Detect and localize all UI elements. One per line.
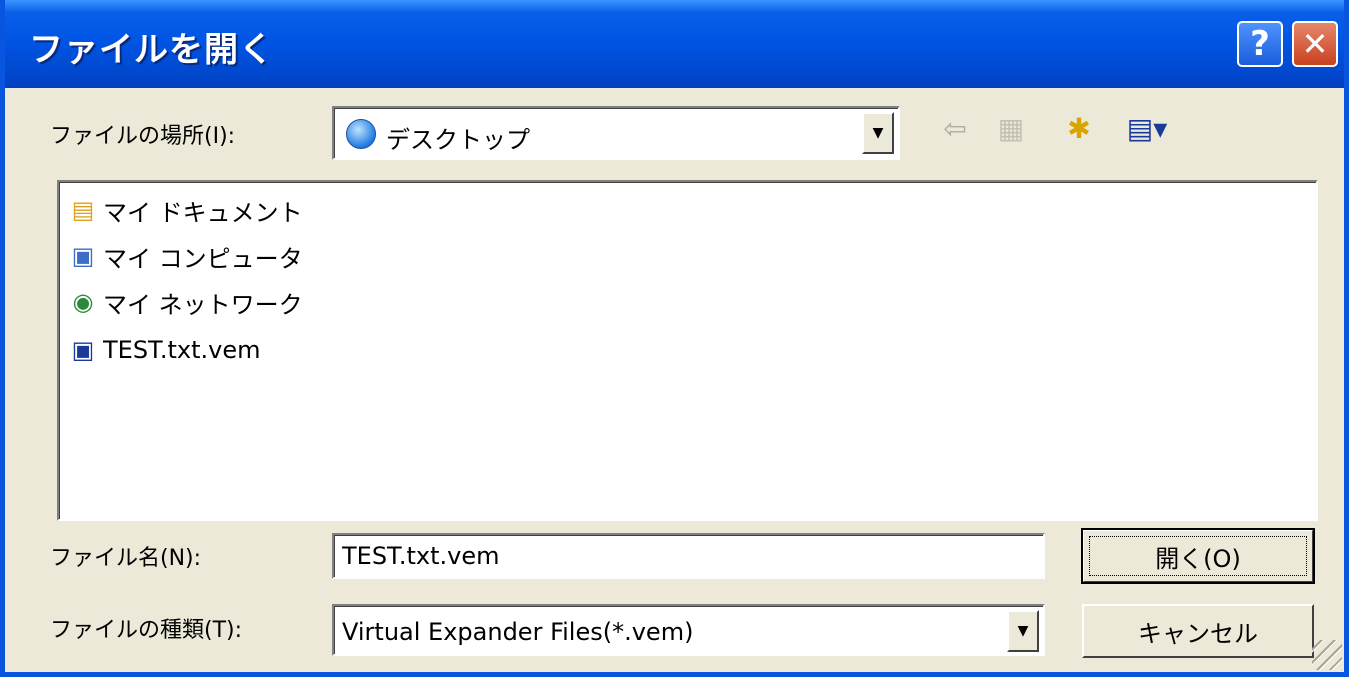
help-icon: ? (1250, 24, 1270, 64)
my-computer-icon: ▣ (71, 242, 95, 270)
desktop-icon (346, 119, 376, 149)
back-button[interactable]: ⇦ (937, 110, 973, 146)
back-arrow-icon: ⇦ (943, 111, 967, 145)
list-item[interactable]: ▣ TEST.txt.vem (67, 328, 261, 372)
lookin-combobox[interactable]: デスクトップ ▼ (332, 106, 900, 160)
filename-label: ファイル名(N): (50, 546, 202, 571)
list-item-label: マイ コンピュータ (103, 244, 303, 273)
file-list[interactable]: ▤ マイ ドキュメント ▣ マイ コンピュータ ◉ マイ ネットワーク ▣ TE… (57, 180, 1318, 521)
list-item-label: マイ ドキュメント (103, 198, 303, 227)
view-menu-button[interactable]: ▤▾ (1117, 110, 1177, 146)
new-folder-button[interactable]: ✱ (1055, 110, 1103, 146)
chevron-down-icon: ▼ (872, 125, 884, 141)
cancel-button[interactable]: キャンセル (1082, 604, 1314, 658)
filetype-combobox[interactable]: Virtual Expander Files(*.vem) ▼ (332, 604, 1045, 656)
view-menu-icon: ▤▾ (1126, 111, 1168, 145)
dialog-title: ファイルを開く (29, 30, 274, 70)
lookin-value: デスクトップ (386, 126, 530, 154)
title-bar[interactable]: ファイルを開く ? ✕ (5, 0, 1344, 88)
close-icon: ✕ (1301, 25, 1329, 63)
list-item-label: TEST.txt.vem (103, 336, 261, 364)
list-item[interactable]: ▤ マイ ドキュメント (67, 188, 303, 232)
open-file-dialog: ファイルを開く ? ✕ ファイルの場所(I): デスクトップ ▼ ⇦ ▦ ✱ ▤… (0, 0, 1349, 677)
close-button[interactable]: ✕ (1292, 21, 1338, 67)
up-folder-button[interactable]: ▦ (990, 110, 1032, 146)
list-item[interactable]: ▣ マイ コンピュータ (67, 234, 303, 278)
new-folder-icon: ✱ (1067, 111, 1091, 145)
vem-file-icon: ▣ (71, 336, 95, 364)
open-button-label: 開く(O) (1155, 544, 1241, 573)
filetype-value: Virtual Expander Files(*.vem) (342, 618, 694, 646)
list-item[interactable]: ◉ マイ ネットワーク (67, 280, 303, 324)
lookin-label: ファイルの場所(I): (50, 124, 236, 149)
lookin-dropdown-button[interactable]: ▼ (862, 112, 894, 154)
filetype-label: ファイルの種類(T): (50, 618, 243, 643)
list-item-label: マイ ネットワーク (103, 290, 303, 319)
filetype-dropdown-button[interactable]: ▼ (1007, 610, 1039, 652)
chevron-down-icon: ▼ (1017, 623, 1029, 639)
my-network-icon: ◉ (72, 288, 94, 316)
up-folder-icon: ▦ (997, 111, 1025, 145)
open-button[interactable]: 開く(O) (1081, 528, 1315, 584)
help-button[interactable]: ? (1237, 21, 1283, 67)
my-documents-icon: ▤ (71, 196, 95, 224)
cancel-button-label: キャンセル (1138, 619, 1258, 648)
filename-input[interactable] (334, 535, 1043, 577)
resize-grip[interactable] (1312, 640, 1342, 670)
filename-field[interactable] (332, 533, 1045, 579)
